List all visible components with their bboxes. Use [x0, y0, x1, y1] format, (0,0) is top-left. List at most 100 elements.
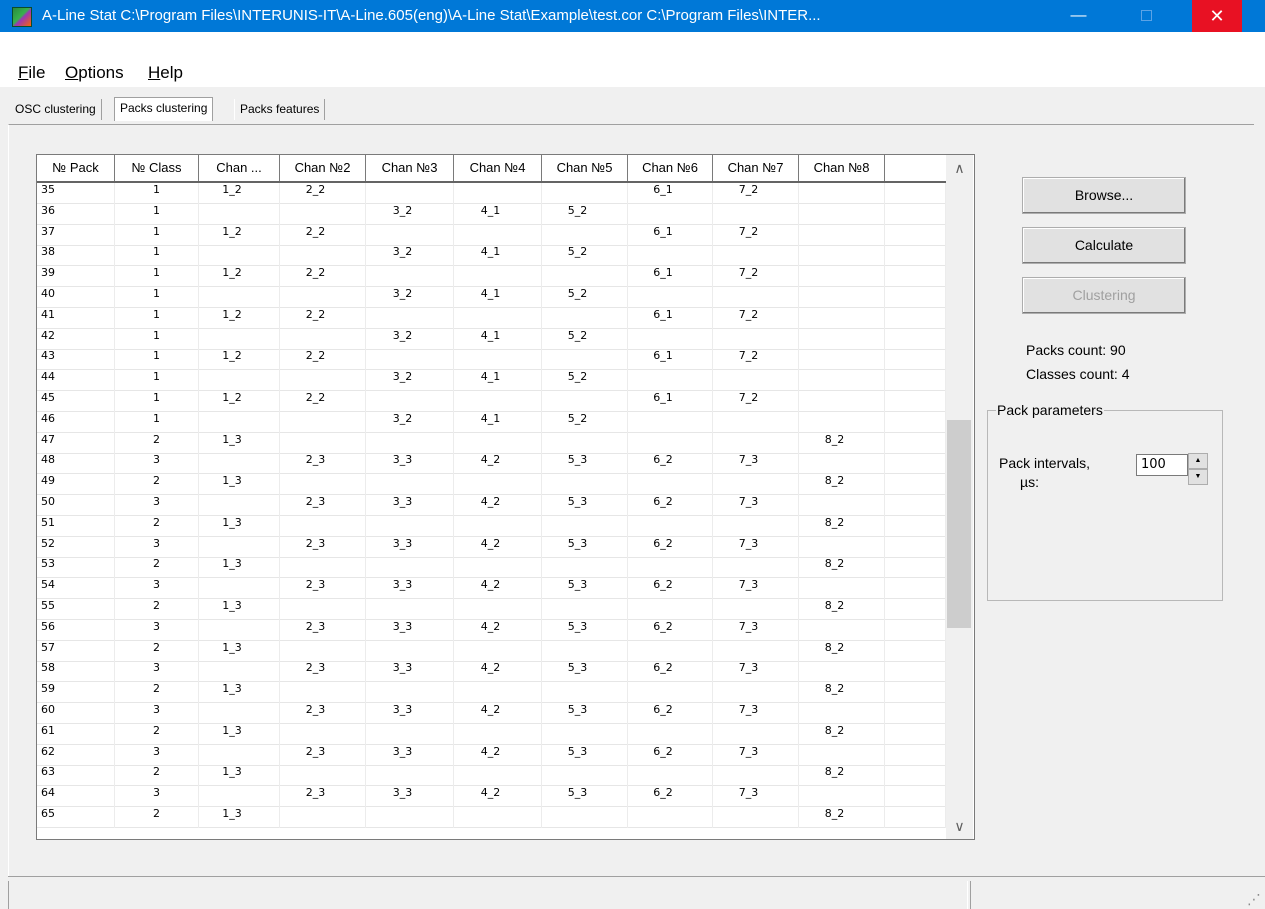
table-cell [366, 183, 454, 204]
table-cell: 7_2 [713, 266, 799, 288]
table-row[interactable]: 35 1 1_2 2_2 6_1 7_2 [37, 183, 946, 204]
table-row[interactable]: 65 2 1_3 8_2 [37, 807, 946, 828]
table-row[interactable]: 39 1 1_2 2_2 6_1 7_2 [37, 266, 946, 288]
table-row[interactable]: 61 2 1_3 8_2 [37, 723, 946, 745]
table-cell [280, 203, 366, 225]
table-cell [628, 203, 713, 225]
table-row[interactable]: 43 1 1_2 2_2 6_1 7_2 [37, 349, 946, 371]
table-cell: 3_3 [366, 536, 454, 558]
table-cell-empty [885, 411, 946, 433]
table-cell [713, 723, 799, 745]
table-row[interactable]: 41 1 1_2 2_2 6_1 7_2 [37, 307, 946, 329]
maximize-button[interactable] [1124, 0, 1169, 32]
table-row[interactable]: 52 3 2_3 3_3 4_2 5_3 6_2 7_3 [37, 536, 946, 558]
column-header[interactable]: Chan №3 [366, 155, 454, 181]
table-cell [628, 640, 713, 662]
packs-count: Packs count: 90 [1026, 342, 1126, 358]
table-cell-empty [885, 370, 946, 392]
packs-grid[interactable]: № Pack № Class Chan ... Chan №2 Chan №3 Chan … [36, 154, 975, 840]
table-row[interactable]: 54 3 2_3 3_3 4_2 5_3 6_2 7_3 [37, 578, 946, 600]
table-cell: 3_3 [366, 453, 454, 475]
table-row[interactable]: 37 1 1_2 2_2 6_1 7_2 [37, 224, 946, 246]
table-cell: 1 [115, 266, 199, 288]
table-cell: 3_3 [366, 661, 454, 683]
table-row[interactable]: 55 2 1_3 8_2 [37, 599, 946, 620]
table-cell: 58 [37, 661, 115, 683]
column-header[interactable]: № Class [115, 155, 199, 181]
table-cell: 6_1 [628, 307, 713, 329]
column-header[interactable]: Chan №7 [713, 155, 799, 181]
table-cell: 6_2 [628, 744, 713, 766]
scroll-down-icon[interactable]: ∨ [946, 813, 973, 839]
table-cell: 1 [115, 370, 199, 392]
table-row[interactable]: 42 1 3_2 4_1 5_2 [37, 328, 946, 350]
spin-up-icon[interactable]: ▲ [1188, 453, 1208, 469]
table-cell [280, 765, 366, 787]
table-cell: 2_2 [280, 307, 366, 329]
scroll-up-icon[interactable]: ∧ [946, 155, 973, 181]
table-cell [542, 349, 628, 371]
table-row[interactable]: 53 2 1_3 8_2 [37, 557, 946, 579]
table-cell: 2 [115, 807, 199, 828]
tab-packs-features[interactable]: Packs features [234, 99, 326, 120]
table-row[interactable]: 40 1 3_2 4_1 5_2 [37, 287, 946, 308]
minimize-button[interactable]: — [1056, 0, 1101, 32]
table-row[interactable]: 62 3 2_3 3_3 4_2 5_3 6_2 7_3 [37, 744, 946, 766]
table-row[interactable]: 46 1 3_2 4_1 5_2 [37, 411, 946, 433]
column-header[interactable]: Chan №6 [628, 155, 713, 181]
table-cell: 1 [115, 307, 199, 329]
table-cell: 1_2 [199, 266, 280, 288]
close-button[interactable]: ✕ [1192, 0, 1242, 32]
table-row[interactable]: 60 3 2_3 3_3 4_2 5_3 6_2 7_3 [37, 703, 946, 724]
table-cell: 1_2 [199, 224, 280, 246]
calculate-button[interactable]: Calculate [1022, 227, 1186, 264]
column-header[interactable]: Chan №2 [280, 155, 366, 181]
menu-options[interactable]: Options [65, 63, 124, 83]
table-cell: 6_2 [628, 578, 713, 600]
table-row[interactable]: 48 3 2_3 3_3 4_2 5_3 6_2 7_3 [37, 453, 946, 475]
menu-file[interactable]: File [18, 63, 45, 83]
table-cell [366, 266, 454, 288]
table-cell: 48 [37, 453, 115, 475]
table-row[interactable]: 49 2 1_3 8_2 [37, 474, 946, 496]
browse-button[interactable]: Browse... [1022, 177, 1186, 214]
table-row[interactable]: 38 1 3_2 4_1 5_2 [37, 245, 946, 267]
table-row[interactable]: 56 3 2_3 3_3 4_2 5_3 6_2 7_3 [37, 619, 946, 641]
table-row[interactable]: 50 3 2_3 3_3 4_2 5_3 6_2 7_3 [37, 495, 946, 516]
table-row[interactable]: 51 2 1_3 8_2 [37, 515, 946, 537]
table-row[interactable]: 44 1 3_2 4_1 5_2 [37, 370, 946, 392]
table-row[interactable]: 57 2 1_3 8_2 [37, 640, 946, 662]
column-header[interactable]: Chan ... [199, 155, 280, 181]
table-row[interactable]: 64 3 2_3 3_3 4_2 5_3 6_2 7_3 [37, 786, 946, 808]
pack-intervals-input[interactable]: 100 [1136, 454, 1188, 476]
table-row[interactable]: 58 3 2_3 3_3 4_2 5_3 6_2 7_3 [37, 661, 946, 683]
tab-packs-clustering[interactable]: Packs clustering [114, 97, 214, 121]
vertical-scrollbar[interactable]: ∧ ∨ [946, 155, 973, 839]
table-cell: 3 [115, 495, 199, 516]
table-cell [799, 495, 885, 516]
table-cell: 5_2 [542, 203, 628, 225]
table-cell: 2_3 [280, 578, 366, 600]
column-header[interactable]: Chan №4 [454, 155, 542, 181]
table-cell: 1 [115, 245, 199, 267]
tab-osc-clustering[interactable]: OSC clustering [10, 99, 102, 120]
table-row[interactable]: 63 2 1_3 8_2 [37, 765, 946, 787]
column-header[interactable]: Chan №8 [799, 155, 885, 181]
clustering-button[interactable]: Clustering [1022, 277, 1186, 314]
table-row[interactable]: 59 2 1_3 8_2 [37, 682, 946, 704]
table-cell: 56 [37, 619, 115, 641]
table-row[interactable]: 47 2 1_3 8_2 [37, 432, 946, 454]
table-row[interactable]: 45 1 1_2 2_2 6_1 7_2 [37, 391, 946, 412]
resize-grip-icon[interactable]: ⋰ [1247, 891, 1263, 907]
table-cell [454, 474, 542, 496]
column-header[interactable]: № Pack [37, 155, 115, 181]
column-header[interactable]: Chan №5 [542, 155, 628, 181]
table-cell [280, 474, 366, 496]
table-row[interactable]: 36 1 3_2 4_1 5_2 [37, 203, 946, 225]
table-cell-empty [885, 807, 946, 828]
table-cell: 6_2 [628, 786, 713, 808]
scroll-thumb[interactable] [947, 420, 971, 628]
table-cell [542, 432, 628, 454]
menu-help[interactable]: Help [148, 63, 183, 83]
spin-down-icon[interactable]: ▼ [1188, 469, 1208, 485]
